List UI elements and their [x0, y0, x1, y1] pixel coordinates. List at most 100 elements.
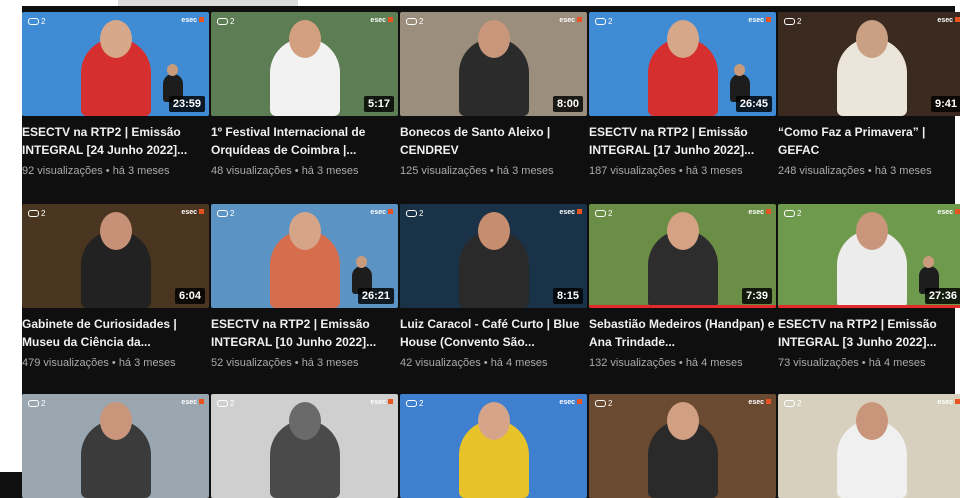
video-card[interactable]: 2 esec: [589, 394, 776, 498]
cc-icon: [595, 400, 606, 407]
video-thumbnail[interactable]: 2 esec 9:41: [778, 12, 960, 116]
thumbnail-person-head: [288, 212, 321, 250]
video-meta: 52 visualizações • há 3 meses: [211, 357, 359, 369]
view-count: 48 visualizações: [211, 165, 292, 177]
video-thumbnail[interactable]: 2 esec 6:04: [22, 204, 209, 308]
cc-icon: [217, 210, 228, 217]
channel-logo-text: esec: [559, 17, 575, 24]
cc-badge: 2: [28, 17, 45, 26]
upload-age: há 3 meses: [112, 165, 170, 177]
cc-badge-label: 2: [797, 209, 802, 218]
video-card[interactable]: 2 esec 6:04 Gabinete de Curiosidades | Muse…: [22, 204, 209, 369]
cc-icon: [784, 400, 795, 407]
cc-badge-label: 2: [608, 17, 613, 26]
channel-logo-text: esec: [937, 399, 953, 406]
video-card[interactable]: 2 esec 23:59 ESECTV na RTP2 | Emissão INTEG…: [22, 12, 209, 177]
video-meta: 132 visualizações • há 4 meses: [589, 357, 743, 369]
video-meta: 125 visualizações • há 3 meses: [400, 165, 554, 177]
channel-logo-icon: [955, 17, 960, 22]
video-thumbnail[interactable]: 2 esec 26:21: [211, 204, 398, 308]
video-card[interactable]: 2 esec 8:15 Luiz Caracol - Café Curto | Blu…: [400, 204, 587, 369]
thumbnail-person-head: [288, 20, 321, 58]
video-title[interactable]: ESECTV na RTP2 | Emissão INTEGRAL [10 Ju…: [211, 315, 398, 351]
video-title[interactable]: 1º Festival Internacional de Orquídeas d…: [211, 123, 398, 159]
channel-logo-text: esec: [937, 17, 953, 24]
thumbnail-person-head: [666, 402, 699, 440]
channel-logo-icon: [577, 17, 582, 22]
video-thumbnail[interactable]: 2 esec: [589, 394, 776, 498]
channel-logo: esec: [748, 399, 771, 406]
video-card[interactable]: 2 esec: [778, 394, 960, 498]
video-thumbnail[interactable]: 2 esec 8:15: [400, 204, 587, 308]
channel-logo-icon: [388, 209, 393, 214]
video-card[interactable]: 2 esec 7:39 Sebastião Medeiros (Handpan) e …: [589, 204, 776, 369]
channel-logo: esec: [181, 17, 204, 24]
video-duration: 26:45: [735, 96, 772, 112]
video-card[interactable]: 2 esec 26:21 ESECTV na RTP2 | Emissão INTEG…: [211, 204, 398, 369]
video-card[interactable]: 2 esec 5:17 1º Festival Internacional de Or…: [211, 12, 398, 177]
video-thumbnail[interactable]: 2 esec: [22, 394, 209, 498]
video-card[interactable]: 2 esec: [211, 394, 398, 498]
video-card[interactable]: 2 esec 9:41 “Como Faz a Primavera” | GEFAC 2…: [778, 12, 960, 177]
channel-logo-icon: [766, 209, 771, 214]
video-title[interactable]: Bonecos de Santo Aleixo | CENDREV: [400, 123, 587, 159]
video-thumbnail[interactable]: 2 esec 7:39: [589, 204, 776, 308]
thumbnail-person-head: [99, 20, 132, 58]
video-thumbnail[interactable]: 2 esec 26:45: [589, 12, 776, 116]
thumbnail-person-head: [855, 212, 888, 250]
video-title[interactable]: Luiz Caracol - Café Curto | Blue House (…: [400, 315, 587, 351]
thumbnail-person-head: [666, 212, 699, 250]
cc-icon: [28, 400, 39, 407]
video-thumbnail[interactable]: 2 esec 8:00: [400, 12, 587, 116]
view-count: 248 visualizações: [778, 165, 865, 177]
thumbnail-person-head: [288, 402, 321, 440]
video-card[interactable]: 2 esec 27:36 ESECTV na RTP2 | Emissão INTEG…: [778, 204, 960, 369]
channel-logo: esec: [937, 399, 960, 406]
lower-third-bar: [778, 305, 960, 308]
cc-badge: 2: [217, 17, 234, 26]
upload-age: há 3 meses: [685, 165, 743, 177]
video-card[interactable]: 2 esec 26:45 ESECTV na RTP2 | Emissão INTEG…: [589, 12, 776, 177]
cc-badge: 2: [217, 209, 234, 218]
channel-logo-icon: [199, 209, 204, 214]
channel-logo: esec: [559, 209, 582, 216]
video-title[interactable]: “Como Faz a Primavera” | GEFAC: [778, 123, 960, 159]
video-thumbnail[interactable]: 2 esec: [400, 394, 587, 498]
video-title[interactable]: ESECTV na RTP2 | Emissão INTEGRAL [17 Ju…: [589, 123, 776, 159]
channel-logo-icon: [766, 17, 771, 22]
video-title[interactable]: Sebastião Medeiros (Handpan) e Ana Trind…: [589, 315, 776, 351]
video-thumbnail[interactable]: 2 esec: [778, 394, 960, 498]
video-thumbnail[interactable]: 2 esec 23:59: [22, 12, 209, 116]
thumbnail-person-head: [666, 20, 699, 58]
video-title[interactable]: ESECTV na RTP2 | Emissão INTEGRAL [3 Jun…: [778, 315, 960, 351]
video-duration: 8:00: [552, 96, 583, 112]
top-strip-tab: [118, 0, 298, 6]
channel-logo-text: esec: [559, 399, 575, 406]
view-count: 132 visualizações: [589, 357, 676, 369]
channel-logo: esec: [559, 399, 582, 406]
video-duration: 6:04: [174, 288, 205, 304]
channel-logo-text: esec: [748, 399, 764, 406]
cc-icon: [217, 400, 228, 407]
video-title[interactable]: ESECTV na RTP2 | Emissão INTEGRAL [24 Ju…: [22, 123, 209, 159]
video-card[interactable]: 2 esec: [22, 394, 209, 498]
video-meta: 248 visualizações • há 3 meses: [778, 165, 932, 177]
video-title[interactable]: Gabinete de Curiosidades | Museu da Ciên…: [22, 315, 209, 351]
cc-icon: [595, 210, 606, 217]
video-thumbnail[interactable]: 2 esec 5:17: [211, 12, 398, 116]
video-meta: 73 visualizações • há 4 meses: [778, 357, 926, 369]
video-thumbnail[interactable]: 2 esec 27:36: [778, 204, 960, 308]
channel-logo-icon: [955, 399, 960, 404]
video-card[interactable]: 2 esec: [400, 394, 587, 498]
cc-icon: [28, 18, 39, 25]
thumbnail-person-head: [99, 212, 132, 250]
video-duration: 7:39: [741, 288, 772, 304]
view-count: 125 visualizações: [400, 165, 487, 177]
channel-logo-icon: [388, 399, 393, 404]
thumbnail-person-head: [99, 402, 132, 440]
video-card[interactable]: 2 esec 8:00 Bonecos de Santo Aleixo | CENDR…: [400, 12, 587, 177]
video-thumbnail[interactable]: 2 esec: [211, 394, 398, 498]
cc-badge: 2: [784, 399, 801, 408]
thumbnail-person-head: [477, 20, 510, 58]
sign-language-interpreter-head: [923, 256, 934, 268]
